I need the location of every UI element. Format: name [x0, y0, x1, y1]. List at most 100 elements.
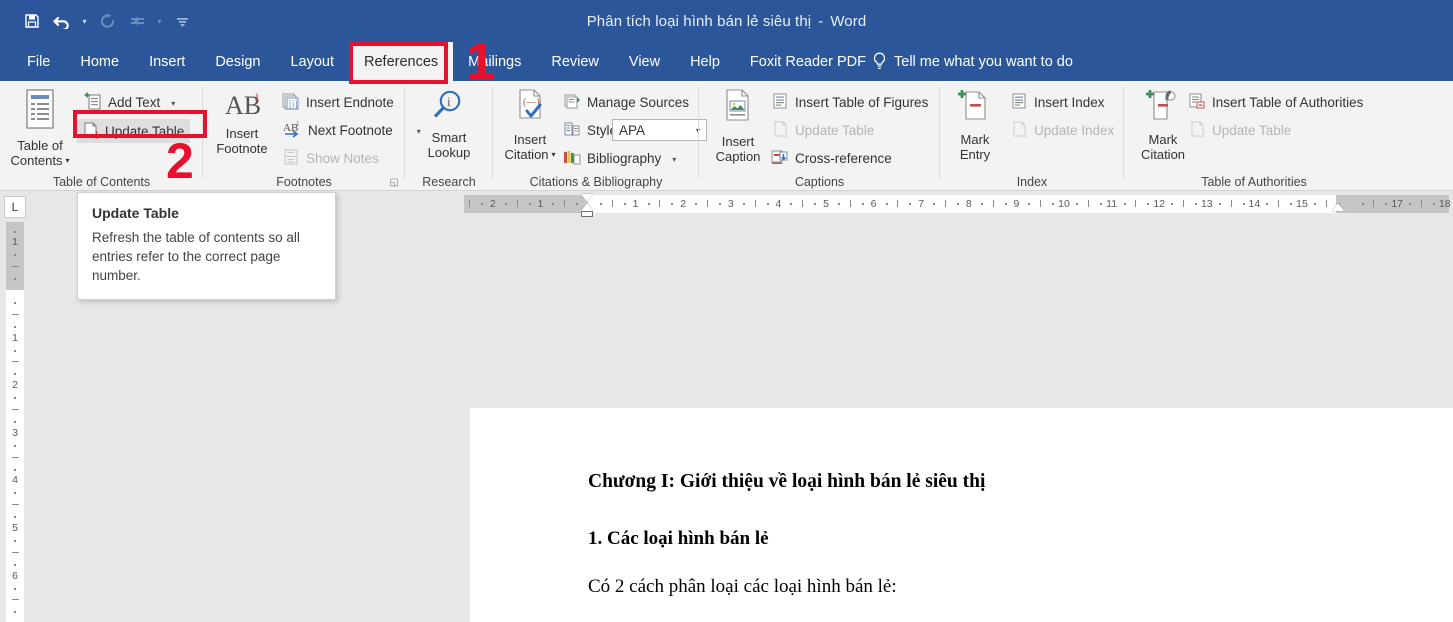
tab-stop-selector-button[interactable]: L: [4, 196, 26, 218]
update-table-button[interactable]: Update Table: [77, 119, 191, 143]
add-text-button[interactable]: Add Text ▾: [84, 91, 175, 113]
hanging-indent-marker[interactable]: [581, 203, 593, 211]
ruler-tick-mark: [611, 200, 613, 207]
mark-citation-button[interactable]: Mark Citation: [1130, 89, 1196, 163]
chevron-down-icon[interactable]: ▾: [166, 99, 175, 108]
chevron-down-icon[interactable]: ▾: [549, 150, 556, 159]
chevron-down-icon[interactable]: ▾: [63, 156, 70, 165]
ruler-tick-mark: [861, 202, 864, 205]
ruler-tick-label: 13: [1200, 198, 1213, 210]
ruler-tick-label: 9: [1013, 198, 1020, 210]
tab-review[interactable]: Review: [536, 42, 614, 81]
chevron-down-icon[interactable]: ▾: [667, 155, 676, 164]
style-select[interactable]: APA ▾: [612, 119, 707, 141]
show-notes-icon: [282, 148, 300, 169]
tab-layout[interactable]: Layout: [275, 42, 349, 81]
ruler-tick-mark: [1183, 200, 1184, 207]
bibliography-icon: [563, 148, 581, 169]
ruler-tick-mark: [576, 202, 579, 205]
ruler-tick-mark: [992, 200, 994, 207]
group-label-footnotes: Footnotes: [276, 175, 332, 189]
ruler-tick-mark: [11, 409, 19, 410]
cross-reference-button[interactable]: Cross-reference: [771, 147, 892, 169]
repeat-icon: [123, 8, 151, 34]
ruler-tick-label: 1: [537, 198, 544, 210]
insert-endnote-button[interactable]: [i] Insert Endnote: [282, 91, 394, 113]
ruler-tick-mark: [14, 373, 16, 376]
tab-references[interactable]: References: [349, 42, 454, 81]
right-indent-marker[interactable]: [1332, 203, 1344, 211]
bibliography-button[interactable]: Bibliography ▾: [563, 147, 676, 169]
update-table-label: Update Table: [105, 123, 185, 139]
ruler-tick-mark: [1313, 202, 1316, 205]
tab-mailings[interactable]: Mailings: [453, 42, 536, 81]
insert-table-of-authorities-icon: [1188, 92, 1206, 113]
smart-lookup-label-line2: Lookup: [427, 145, 471, 160]
save-icon[interactable]: [18, 8, 46, 34]
repeat-dropdown-icon: ▾: [157, 16, 162, 26]
update-table-authorities-button: Update Table: [1188, 119, 1291, 141]
document-page[interactable]: Chương I: Giới thiệu về loại hình bán lẻ…: [470, 408, 1453, 622]
ruler-tick-mark: [1194, 202, 1197, 205]
ruler-tick-label: 2: [680, 198, 687, 210]
insert-footnote-button[interactable]: AB 1 Insert Footnote: [209, 89, 275, 157]
ruler-tick-mark: [480, 202, 483, 205]
style-icon: [563, 120, 581, 141]
insert-table-of-figures-icon: [771, 92, 789, 113]
insert-table-of-figures-button[interactable]: Insert Table of Figures: [771, 91, 928, 113]
undo-dropdown-icon[interactable]: ▾: [78, 8, 91, 34]
insert-index-label: Insert Index: [1034, 94, 1105, 110]
smart-lookup-button[interactable]: i Smart Lookup: [415, 89, 483, 161]
ruler-tick-mark: [14, 444, 16, 447]
ruler-tick-mark: [14, 254, 16, 257]
ruler-tick-mark: [14, 301, 16, 304]
ribbon-group-captions: Insert Caption Insert Table of Figures U…: [699, 81, 940, 191]
undo-icon[interactable]: [48, 8, 76, 34]
tell-me-search[interactable]: Tell me what you want to do: [872, 42, 1073, 81]
update-index-button: Update Index: [1010, 119, 1114, 141]
table-of-contents-button[interactable]: Table of Contents ▾: [4, 89, 76, 171]
customize-quick-access-toolbar-icon[interactable]: [168, 8, 196, 34]
update-table-icon: [771, 120, 789, 141]
tab-home[interactable]: Home: [65, 42, 134, 81]
insert-endnote-icon: [i]: [282, 92, 300, 113]
next-footnote-label: Next Footnote: [308, 122, 393, 138]
tell-me-label: Tell me what you want to do: [894, 53, 1073, 70]
tab-help[interactable]: Help: [675, 42, 735, 81]
title-bar: ▾ ▾ Phân tích loại hình bán lẻ siêu thị …: [0, 0, 1453, 42]
left-indent-marker[interactable]: [581, 211, 593, 217]
ruler-tick-label: 4: [12, 474, 18, 487]
tab-insert[interactable]: Insert: [134, 42, 200, 81]
tab-design[interactable]: Design: [200, 42, 275, 81]
ruler-tick-label: 1: [12, 236, 18, 249]
tab-view[interactable]: View: [614, 42, 675, 81]
ruler-tick-mark: [837, 202, 840, 205]
group-label-table-of-contents: Table of Contents: [52, 175, 151, 189]
insert-caption-button[interactable]: Insert Caption: [705, 89, 771, 165]
next-footnote-button[interactable]: AB 1 Next Footnote ▾: [282, 119, 421, 141]
group-label-index: Index: [1016, 175, 1048, 189]
tab-foxit-reader-pdf[interactable]: Foxit Reader PDF: [735, 42, 881, 81]
quick-access-toolbar: ▾ ▾: [18, 8, 196, 34]
word-application-window: ▾ ▾ Phân tích loại hình bán lẻ siêu thị …: [0, 0, 1453, 622]
first-line-indent-marker[interactable]: [581, 194, 593, 202]
ruler-tick-mark: [1230, 200, 1232, 207]
insert-table-of-authorities-label: Insert Table of Authorities: [1212, 94, 1364, 110]
group-label-citations-bibliography: Citations & Bibliography: [529, 175, 663, 189]
footnotes-dialog-launcher-icon[interactable]: ◱: [390, 177, 399, 188]
ruler-tick-mark: [1290, 202, 1293, 205]
insert-footnote-label-line1: Insert: [225, 125, 259, 141]
ruler-tick-mark: [11, 504, 19, 506]
insert-table-of-authorities-button[interactable]: Insert Table of Authorities: [1188, 91, 1363, 113]
tab-file[interactable]: File: [12, 42, 65, 81]
insert-citation-button[interactable]: (—) Insert Citation ▾: [497, 89, 563, 165]
ruler-tick-mark: [766, 202, 769, 205]
insert-index-button[interactable]: Insert Index: [1010, 91, 1105, 113]
ruler-tick-mark: [14, 278, 16, 281]
manage-sources-button[interactable]: Manage Sources: [563, 91, 689, 113]
mark-entry-button[interactable]: Mark Entry: [944, 89, 1006, 163]
document-body[interactable]: Chương I: Giới thiệu về loại hình bán lẻ…: [588, 470, 1388, 622]
ruler-tick-mark: [802, 200, 804, 207]
cross-reference-icon: [771, 148, 789, 169]
cross-reference-label: Cross-reference: [795, 150, 892, 166]
